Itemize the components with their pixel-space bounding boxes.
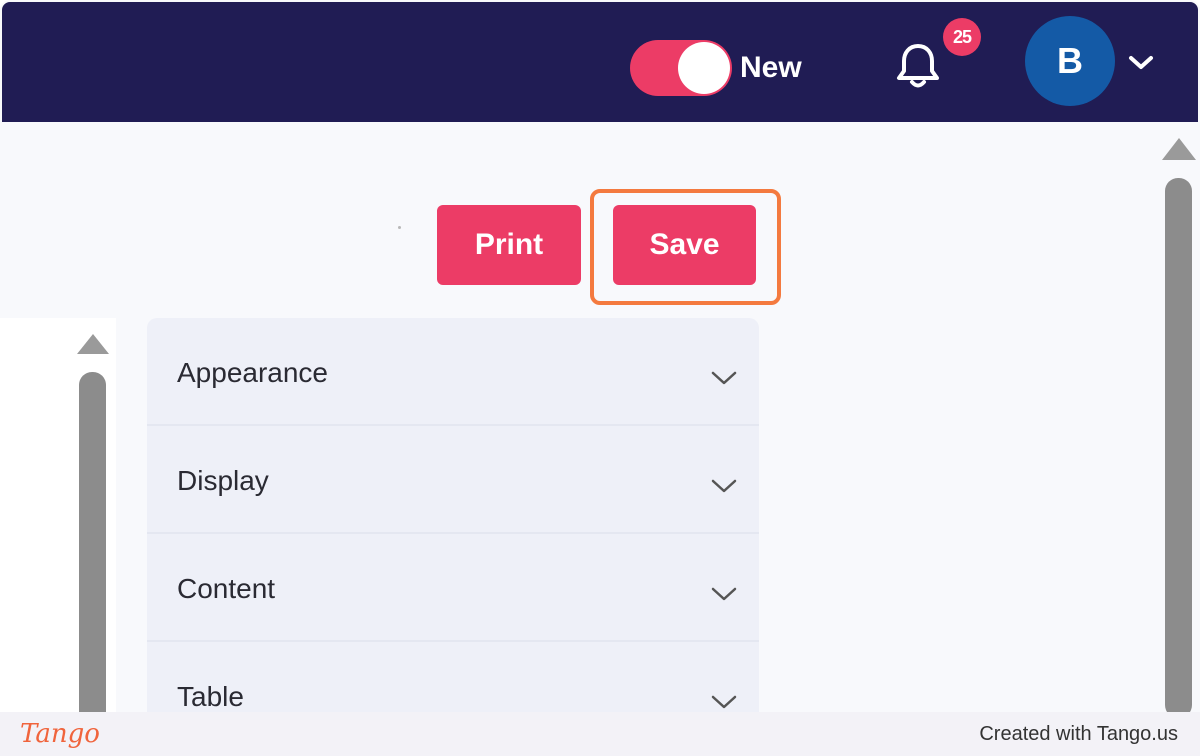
chevron-down-icon bbox=[711, 587, 737, 601]
accordion-item-table[interactable]: Table bbox=[147, 642, 759, 712]
print-button[interactable]: Print bbox=[437, 205, 581, 285]
accordion-item-label: Content bbox=[177, 573, 276, 604]
footer-bar: Tango Created with Tango.us bbox=[0, 712, 1200, 756]
chevron-down-icon[interactable] bbox=[1126, 48, 1156, 78]
new-version-toggle[interactable] bbox=[630, 40, 732, 96]
app-window: New 25 B Print Save Appearance Display C… bbox=[0, 0, 1200, 712]
toggle-knob bbox=[678, 42, 730, 94]
save-button-highlight bbox=[590, 189, 781, 305]
bell-icon[interactable] bbox=[890, 40, 946, 92]
avatar[interactable]: B bbox=[1025, 16, 1115, 106]
main-scrollbar-thumb[interactable] bbox=[1165, 178, 1192, 712]
notification-count-badge: 25 bbox=[943, 18, 981, 56]
accordion-item-label: Appearance bbox=[177, 357, 329, 388]
top-navigation-bar bbox=[2, 2, 1198, 122]
chevron-down-icon bbox=[711, 695, 737, 709]
left-scroll-up-arrow[interactable] bbox=[77, 334, 109, 354]
accordion-item-appearance[interactable]: Appearance bbox=[147, 318, 759, 426]
divider-dot bbox=[398, 226, 401, 229]
accordion-item-label: Table bbox=[177, 681, 244, 712]
chevron-down-icon bbox=[711, 371, 737, 385]
accordion-item-label: Display bbox=[177, 465, 269, 496]
accordion-item-display[interactable]: Display bbox=[147, 426, 759, 534]
toggle-label: New bbox=[740, 51, 802, 84]
settings-accordion: Appearance Display Content Table bbox=[147, 318, 759, 712]
accordion-item-content[interactable]: Content bbox=[147, 534, 759, 642]
scroll-up-arrow[interactable] bbox=[1162, 138, 1196, 160]
left-scrollbar-thumb[interactable] bbox=[79, 372, 106, 712]
created-with-credit: Created with Tango.us bbox=[979, 723, 1178, 745]
chevron-down-icon bbox=[711, 479, 737, 493]
tango-logo: Tango bbox=[20, 719, 100, 749]
